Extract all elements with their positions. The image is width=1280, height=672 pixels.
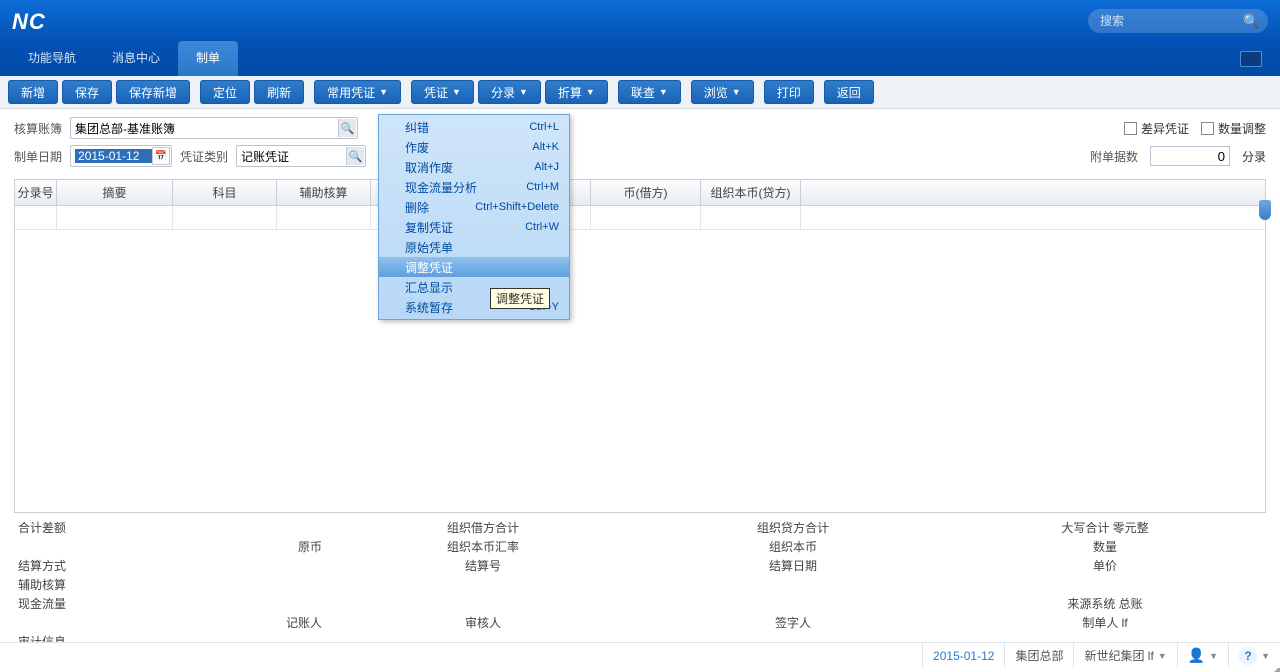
help-icon: ? xyxy=(1239,647,1257,665)
calendar-icon[interactable]: 📅 xyxy=(152,147,170,165)
sum-debit-total: 组织借方合计 xyxy=(328,519,638,536)
col-credit[interactable]: 组织本币(贷方) xyxy=(701,180,801,205)
chevron-down-icon: ▼ xyxy=(379,87,388,97)
svg-text:NC: NC xyxy=(12,11,46,33)
voucher-form: 核算账簿 🔍 差异凭证 数量调整 制单日期 📅 凭证类别 🔍 附单据数 xyxy=(0,109,1280,179)
link-query-dropdown[interactable]: 联查▼ xyxy=(618,80,681,104)
sum-signer: 签字人 xyxy=(638,614,948,631)
chevron-down-icon: ▼ xyxy=(1158,651,1167,661)
chevron-down-icon: ▼ xyxy=(732,87,741,97)
fullscreen-icon[interactable] xyxy=(1240,51,1262,67)
attachment-label: 附单据数 xyxy=(1090,148,1138,165)
status-org[interactable]: 集团总部 xyxy=(1004,643,1073,668)
status-group[interactable]: 新世纪集团 lf▼ xyxy=(1073,643,1176,668)
browse-dropdown[interactable]: 浏览▼ xyxy=(691,80,754,104)
chevron-down-icon: ▼ xyxy=(1209,651,1218,661)
entry-table: 分录号 摘要 科目 辅助核算 币(借方) 组织本币(贷方) xyxy=(14,179,1266,513)
menu-void[interactable]: 作废Alt+K xyxy=(379,137,569,157)
sum-settle-no: 结算号 xyxy=(328,557,638,574)
save-new-button[interactable]: 保存新增 xyxy=(116,80,190,104)
book-field[interactable]: 🔍 xyxy=(70,117,358,139)
sum-diff: 合计差额 xyxy=(18,519,328,536)
chevron-down-icon: ▼ xyxy=(586,87,595,97)
table-empty-area xyxy=(15,230,1265,512)
table-header: 分录号 摘要 科目 辅助核算 币(借方) 组织本币(贷方) xyxy=(15,180,1265,206)
diff-voucher-checkbox[interactable]: 差异凭证 xyxy=(1124,120,1189,137)
search-icon[interactable]: 🔍 xyxy=(1243,13,1260,30)
chevron-down-icon: ▼ xyxy=(659,87,668,97)
lookup-icon[interactable]: 🔍 xyxy=(346,147,364,165)
common-voucher-dropdown[interactable]: 常用凭证▼ xyxy=(314,80,401,104)
sum-preparer: 制单人 lf xyxy=(948,614,1262,631)
summary-panel: 合计差额 组织借方合计 组织贷方合计 大写合计 零元整 原币 组织本币汇率 组织… xyxy=(0,513,1280,652)
sum-price: 单价 xyxy=(948,557,1262,574)
status-date: 2015-01-12 xyxy=(922,643,1004,668)
tooltip: 调整凭证 xyxy=(490,288,550,309)
status-help[interactable]: ?▼ xyxy=(1228,643,1280,668)
sum-orig: 原币 xyxy=(18,538,328,555)
app-header: NC 🔍 xyxy=(0,0,1280,41)
print-button[interactable]: 打印 xyxy=(764,80,814,104)
chevron-down-icon: ▼ xyxy=(519,87,528,97)
sum-local: 组织本币 xyxy=(638,538,948,555)
chevron-down-icon: ▼ xyxy=(452,87,461,97)
locate-button[interactable]: 定位 xyxy=(200,80,250,104)
sum-credit-total: 组织贷方合计 xyxy=(638,519,948,536)
col-summary[interactable]: 摘要 xyxy=(57,180,173,205)
menu-cashflow-analysis[interactable]: 现金流量分析Ctrl+M xyxy=(379,177,569,197)
sum-aux: 辅助核算 xyxy=(18,576,328,593)
date-label: 制单日期 xyxy=(14,148,62,165)
col-entry-no[interactable]: 分录号 xyxy=(15,180,57,205)
status-bar: 2015-01-12 集团总部 新世纪集团 lf▼ 👤▼ ?▼ xyxy=(0,642,1280,668)
sum-settle: 结算方式 xyxy=(18,557,328,574)
toolbar: 新增 保存 保存新增 定位 刷新 常用凭证▼ 凭证▼ 分录▼ 折算▼ 联查▼ 浏… xyxy=(0,76,1280,109)
refresh-button[interactable]: 刷新 xyxy=(254,80,304,104)
menu-correct[interactable]: 纠错Ctrl+L xyxy=(379,117,569,137)
sum-settle-date: 结算日期 xyxy=(638,557,948,574)
menu-delete[interactable]: 删除Ctrl+Shift+Delete xyxy=(379,197,569,217)
scroll-handle[interactable] xyxy=(1259,200,1271,220)
status-user[interactable]: 👤▼ xyxy=(1177,643,1228,668)
col-debit[interactable]: 币(借方) xyxy=(591,180,701,205)
table-row[interactable] xyxy=(15,206,1265,230)
chevron-down-icon: ▼ xyxy=(1261,651,1270,661)
voucher-dropdown[interactable]: 凭证▼ xyxy=(411,80,474,104)
back-button[interactable]: 返回 xyxy=(824,80,874,104)
main-nav: 功能导航 消息中心 制单 xyxy=(0,41,1280,76)
col-subject[interactable]: 科目 xyxy=(173,180,277,205)
sum-rate: 组织本币汇率 xyxy=(328,538,638,555)
entry-dropdown[interactable]: 分录▼ xyxy=(478,80,541,104)
new-button[interactable]: 新增 xyxy=(8,80,58,104)
type-label: 凭证类别 xyxy=(180,148,228,165)
book-input[interactable] xyxy=(75,121,353,135)
menu-original-voucher[interactable]: 原始凭单 xyxy=(379,237,569,257)
sum-cn-total: 大写合计 零元整 xyxy=(948,519,1262,536)
nav-voucher[interactable]: 制单 xyxy=(178,41,238,76)
nav-function[interactable]: 功能导航 xyxy=(10,41,94,76)
sum-auditor: 审核人 xyxy=(328,614,638,631)
menu-unvoid[interactable]: 取消作废Alt+J xyxy=(379,157,569,177)
user-icon: 👤 xyxy=(1188,647,1205,664)
lookup-icon[interactable]: 🔍 xyxy=(338,119,356,137)
qty-adjust-checkbox[interactable]: 数量调整 xyxy=(1201,120,1266,137)
menu-adjust-voucher[interactable]: 调整凭证 xyxy=(379,257,569,277)
global-search-input[interactable] xyxy=(1088,9,1268,33)
convert-dropdown[interactable]: 折算▼ xyxy=(545,80,608,104)
col-aux[interactable]: 辅助核算 xyxy=(277,180,371,205)
sum-qty: 数量 xyxy=(948,538,1262,555)
attachment-unit: 分录 xyxy=(1242,148,1266,165)
attachment-count-input[interactable] xyxy=(1150,146,1230,166)
logo: NC xyxy=(12,8,68,34)
nav-message[interactable]: 消息中心 xyxy=(94,41,178,76)
book-label: 核算账簿 xyxy=(14,120,62,137)
type-field[interactable]: 🔍 xyxy=(236,145,366,167)
sum-cashflow: 现金流量 xyxy=(18,595,328,612)
col-rest xyxy=(801,180,1265,205)
save-button[interactable]: 保存 xyxy=(62,80,112,104)
type-input[interactable] xyxy=(241,149,361,163)
menu-copy-voucher[interactable]: 复制凭证Ctrl+W xyxy=(379,217,569,237)
sum-source: 来源系统 总账 xyxy=(948,595,1262,612)
date-field[interactable]: 📅 xyxy=(70,145,172,167)
sum-booker: 记账人 xyxy=(18,614,328,631)
